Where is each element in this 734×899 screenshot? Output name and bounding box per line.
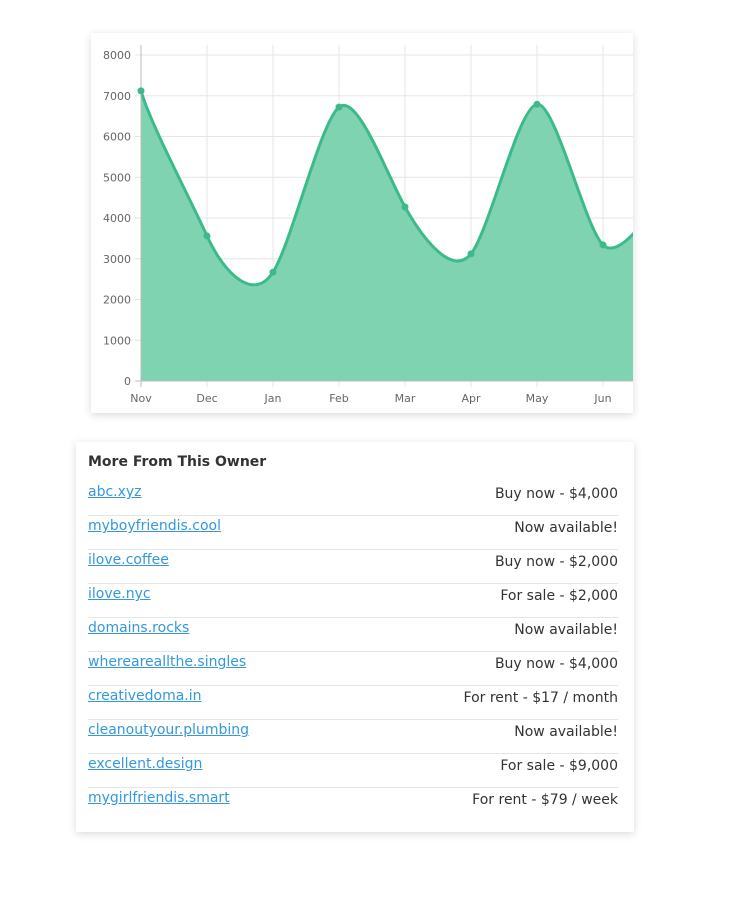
domain-link[interactable]: abc.xyz <box>88 484 142 500</box>
domain-status: Buy now - $4,000 <box>494 486 618 502</box>
data-point <box>599 241 607 249</box>
y-tick-label: 7000 <box>103 90 131 103</box>
chart-card: 0 1000 2000 3000 4000 5000 6000 7000 8000 Nov Dec J… <box>91 33 633 413</box>
more-from-owner-panel: More From This Owner abc.xyz Buy now - $… <box>76 442 634 832</box>
list-item: creativedoma.in For rent - $17 / month <box>88 686 618 720</box>
domain-link[interactable]: domains.rocks <box>88 620 189 636</box>
list-item: ilove.nyc For sale - $2,000 <box>88 584 618 618</box>
domain-link[interactable]: excellent.design <box>88 756 202 772</box>
domain-link[interactable]: ilove.coffee <box>88 552 169 568</box>
y-tick-label: 8000 <box>103 49 131 62</box>
x-tick-label: May <box>526 392 549 405</box>
list-item: mygirlfriendis.smart For rent - $79 / we… <box>88 788 618 822</box>
y-tick-label: 5000 <box>103 171 131 184</box>
data-point <box>203 232 211 240</box>
list-item: ilove.coffee Buy now - $2,000 <box>88 550 618 584</box>
x-tick-label: Mar <box>395 392 416 405</box>
list-item: whereareallthe.singles Buy now - $4,000 <box>88 652 618 686</box>
domain-link[interactable]: cleanoutyour.plumbing <box>88 722 249 738</box>
domain-link[interactable]: creativedoma.in <box>88 688 202 704</box>
domain-list: abc.xyz Buy now - $4,000 myboyfriendis.c… <box>88 482 618 822</box>
panel-title: More From This Owner <box>88 454 267 470</box>
data-point <box>269 268 277 276</box>
domain-status: For sale - $9,000 <box>500 758 618 774</box>
domain-status: Now available! <box>514 520 618 536</box>
list-item: cleanoutyour.plumbing Now available! <box>88 720 618 754</box>
list-item: domains.rocks Now available! <box>88 618 618 652</box>
data-point <box>335 103 343 111</box>
list-item: excellent.design For sale - $9,000 <box>88 754 618 788</box>
domain-status: For rent - $79 / week <box>472 792 618 808</box>
domain-link[interactable]: myboyfriendis.cool <box>88 518 221 534</box>
data-point <box>401 203 409 211</box>
x-tick-label: Apr <box>461 392 481 405</box>
y-tick-label: 3000 <box>103 253 131 266</box>
x-tick-label: Jun <box>593 392 611 405</box>
domain-link[interactable]: whereareallthe.singles <box>88 654 246 670</box>
y-tick-label: 0 <box>124 375 131 388</box>
list-item: abc.xyz Buy now - $4,000 <box>88 482 618 516</box>
x-tick-label: Feb <box>329 392 348 405</box>
data-point <box>467 250 475 258</box>
domain-status: Buy now - $4,000 <box>494 656 618 672</box>
x-tick-label: Jan <box>264 392 282 405</box>
data-point <box>137 87 145 95</box>
domain-status: For sale - $2,000 <box>500 588 618 604</box>
y-tick-label: 1000 <box>103 334 131 347</box>
area-chart: 0 1000 2000 3000 4000 5000 6000 7000 8000 Nov Dec J… <box>103 45 633 405</box>
x-tick-label: Nov <box>130 392 152 405</box>
domain-status: Now available! <box>514 724 618 740</box>
y-tick-label: 6000 <box>103 131 131 144</box>
domain-link[interactable]: mygirlfriendis.smart <box>88 790 230 806</box>
list-item: myboyfriendis.cool Now available! <box>88 516 618 550</box>
domain-status: For rent - $17 / month <box>463 690 618 706</box>
domain-status: Now available! <box>514 622 618 638</box>
data-point <box>533 100 541 108</box>
y-tick-label: 2000 <box>103 294 131 307</box>
y-tick-label: 4000 <box>103 212 131 225</box>
x-tick-label: Dec <box>196 392 217 405</box>
domain-status: Buy now - $2,000 <box>494 554 618 570</box>
domain-link[interactable]: ilove.nyc <box>88 586 151 602</box>
